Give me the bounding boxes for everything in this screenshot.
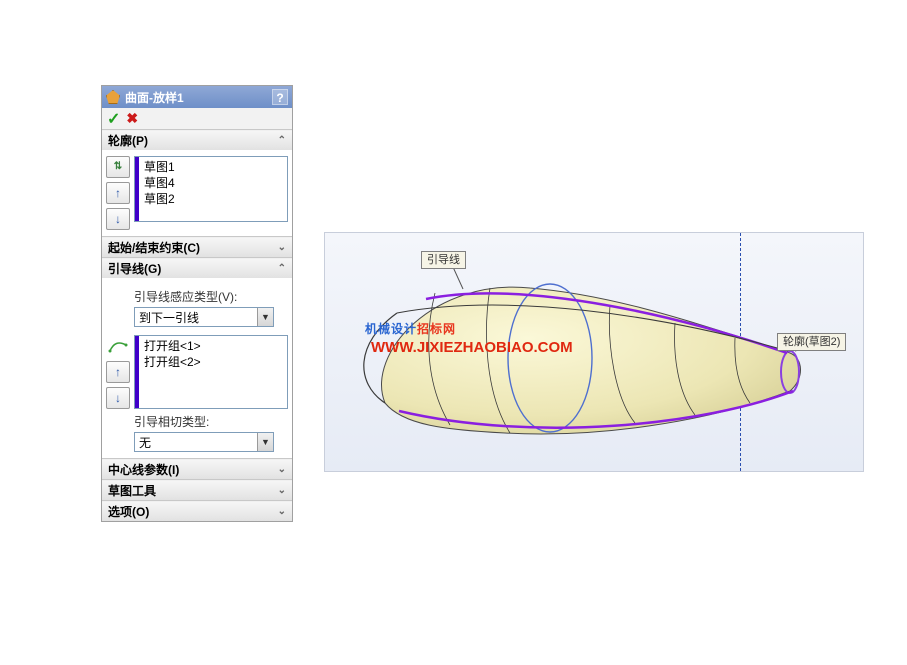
section-header-profiles[interactable]: 轮廓(P) ⌃ [102, 130, 292, 150]
property-panel: 曲面-放样1 ? ✓ ✖ 轮廓(P) ⌃ ⇅ ↑ ↓ 草图1 [101, 85, 293, 522]
section-header-sketchtools[interactable]: 草图工具 ⌄ [102, 480, 292, 500]
dropdown-icon: ▼ [257, 308, 273, 326]
chevron-up-icon: ⌃ [278, 263, 286, 274]
selection-bar [135, 336, 139, 408]
profiles-listbox[interactable]: 草图1 草图4 草图2 [134, 156, 288, 222]
move-up-button[interactable]: ↑ [106, 361, 130, 383]
section-profiles: 轮廓(P) ⌃ ⇅ ↑ ↓ 草图1 草图4 草图2 [102, 130, 292, 237]
tangent-type-select[interactable]: 无 ▼ [134, 432, 274, 452]
move-down-button[interactable]: ↓ [106, 208, 130, 230]
cancel-button[interactable]: ✖ [126, 110, 138, 127]
move-up-button[interactable]: ↑ [106, 182, 130, 204]
section-title: 轮廓(P) [108, 132, 148, 149]
chevron-down-icon: ⌄ [278, 464, 286, 475]
section-title: 草图工具 [108, 482, 156, 499]
guide-curve-icon [106, 335, 130, 357]
section-header-options[interactable]: 选项(O) ⌄ [102, 501, 292, 521]
selection-bar [135, 157, 139, 221]
section-title: 起始/结束约束(C) [108, 239, 200, 256]
panel-titlebar: 曲面-放样1 ? [102, 86, 292, 108]
list-item[interactable]: 打开组<2> [140, 354, 287, 370]
panel-title-text: 曲面-放样1 [125, 89, 184, 106]
dropdown-icon: ▼ [257, 433, 273, 451]
sensing-type-label: 引导线感应类型(V): [134, 288, 288, 305]
list-item[interactable]: 草图2 [140, 191, 287, 207]
ok-button[interactable]: ✓ [107, 109, 120, 129]
confirm-row: ✓ ✖ [102, 108, 292, 130]
section-header-guides[interactable]: 引导线(G) ⌃ [102, 258, 292, 278]
section-header-constraints[interactable]: 起始/结束约束(C) ⌄ [102, 237, 292, 257]
select-value: 到下一引线 [139, 309, 199, 326]
callout-guide: 引导线 [421, 251, 466, 269]
chevron-down-icon: ⌄ [278, 506, 286, 517]
tangent-type-label: 引导相切类型: [134, 413, 288, 430]
section-constraints: 起始/结束约束(C) ⌄ [102, 237, 292, 258]
section-title: 引导线(G) [108, 260, 161, 277]
list-item[interactable]: 草图1 [140, 159, 287, 175]
chevron-down-icon: ⌄ [278, 242, 286, 253]
move-down-button[interactable]: ↓ [106, 387, 130, 409]
feature-icon [106, 90, 120, 104]
guides-listbox[interactable]: 打开组<1> 打开组<2> [134, 335, 288, 409]
list-item[interactable]: 草图4 [140, 175, 287, 191]
list-item[interactable]: 打开组<1> [140, 338, 287, 354]
section-title: 选项(O) [108, 503, 149, 520]
chevron-down-icon: ⌄ [278, 485, 286, 496]
section-header-centerline[interactable]: 中心线参数(I) ⌄ [102, 459, 292, 479]
sort-button[interactable]: ⇅ [106, 156, 130, 178]
3d-viewport[interactable]: 引导线 轮廓(草图2) 机械设计招标网 WWW.JIXIEZHAOBIAO.CO… [324, 232, 864, 472]
watermark-text: 机械设计招标网 [365, 313, 456, 339]
chevron-up-icon: ⌃ [278, 135, 286, 146]
section-options: 选项(O) ⌄ [102, 501, 292, 521]
watermark-url: WWW.JIXIEZHAOBIAO.COM [371, 339, 573, 356]
section-centerline: 中心线参数(I) ⌄ [102, 459, 292, 480]
help-button[interactable]: ? [272, 89, 288, 105]
callout-profile: 轮廓(草图2) [777, 333, 846, 351]
sensing-type-select[interactable]: 到下一引线 ▼ [134, 307, 274, 327]
section-sketchtools: 草图工具 ⌄ [102, 480, 292, 501]
section-guides: 引导线(G) ⌃ 引导线感应类型(V): 到下一引线 ▼ ↑ ↓ 打开组<1 [102, 258, 292, 459]
section-title: 中心线参数(I) [108, 461, 179, 478]
select-value: 无 [139, 434, 151, 451]
